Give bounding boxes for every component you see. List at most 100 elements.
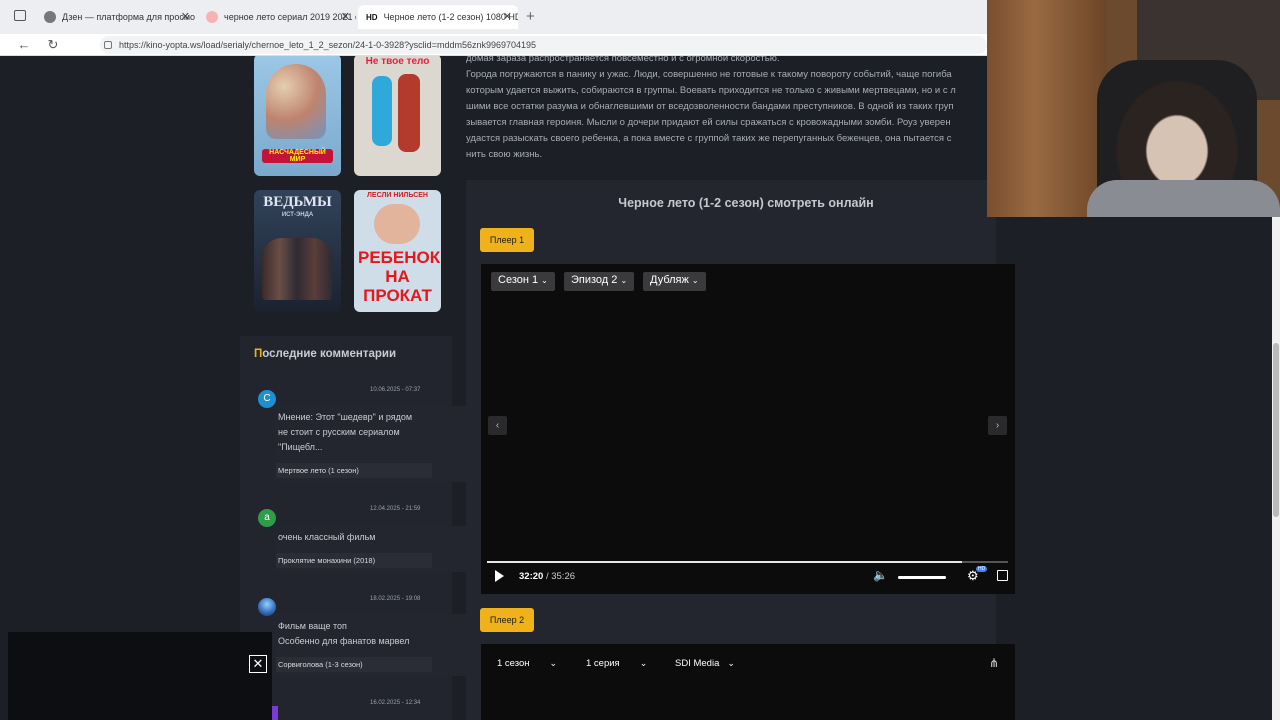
scrollbar-thumb[interactable] — [1273, 343, 1279, 517]
poster-art — [372, 76, 392, 146]
p2-season-dropdown[interactable]: 1 сезон ⌄ — [497, 658, 557, 669]
comment-date: 16.02.2025 - 12:34 — [370, 700, 421, 706]
webcam-overlay — [987, 0, 1280, 217]
progress-bar[interactable] — [487, 561, 1008, 563]
video-player-1[interactable]: Сезон 1 ⌄ Эпизод 2 ⌄ Дубляж ⌄ ‹ › 32:20 … — [481, 264, 1015, 594]
yandex-favicon-icon — [206, 11, 218, 23]
description-line: Города погружаются в панику и ужас. Люди… — [466, 69, 952, 80]
hd-badge: HD — [976, 566, 988, 572]
next-episode-button[interactable]: › — [988, 416, 1007, 435]
ad-overlay — [8, 632, 272, 720]
chevron-down-icon: ⌄ — [727, 658, 735, 668]
p2-episode-value: 1 серия — [586, 658, 620, 669]
prev-episode-button[interactable]: ‹ — [488, 416, 507, 435]
url-field[interactable]: https://kino-yopta.ws/load/serialy/chern… — [100, 36, 987, 54]
tab-current[interactable]: HD Черное лето (1-2 сезон) 1080 HD ✕ — [358, 5, 518, 29]
chevron-down-icon: ⌄ — [549, 658, 558, 668]
volume-slider[interactable] — [898, 576, 946, 579]
poster-art — [374, 204, 420, 244]
url-text: https://kino-yopta.ws/load/serialy/chern… — [119, 40, 537, 50]
video-player-2[interactable]: 1 сезон ⌄ 1 серия ⌄ SDI Media ⌄ ⋔ — [481, 644, 1015, 720]
comment-text-line: Мнение: Этот "шедевр" и рядом — [278, 412, 413, 422]
poster-subtitle: ИСТ-ЭНДА — [281, 212, 314, 218]
player-2-button[interactable]: Плеер 2 — [480, 608, 534, 632]
zen-favicon-icon — [44, 11, 56, 23]
comment-date: 18.02.2025 - 19:08 — [370, 596, 421, 602]
tab-actions-icon[interactable] — [14, 10, 26, 21]
comment-text-line: не стоит с русским сериалом — [278, 427, 400, 437]
time-current: 32:20 — [519, 571, 544, 582]
poster-title: НАСЧАДЕСНЫЙ МИР — [262, 149, 333, 163]
poster-title: Не твое тело — [365, 56, 430, 67]
p2-studio-value: SDI Media — [675, 658, 720, 669]
back-arrow-icon[interactable]: ← — [16, 37, 32, 53]
season-dropdown[interactable]: Сезон 1 ⌄ — [491, 272, 555, 291]
tab-search[interactable]: черное лето сериал 2019 2021 с ✕ — [198, 5, 356, 29]
poster-art — [266, 64, 326, 139]
volume-icon[interactable]: 🔈 — [873, 568, 888, 582]
poster-1[interactable]: НАСЧАДЕСНЫЙ МИР — [254, 56, 341, 176]
poster-title: ВЕДЬМЫ — [263, 194, 332, 210]
close-tab-icon[interactable]: ✕ — [181, 10, 190, 23]
poster-2[interactable]: Не твое тело — [354, 56, 441, 176]
chevron-down-icon: ⌄ — [541, 276, 548, 285]
time-display: 32:20 / 35:26 — [519, 571, 575, 582]
reload-icon[interactable]: ↻ — [45, 37, 61, 53]
tab-label: Черное лето (1-2 сезон) 1080 HD — [383, 12, 518, 22]
new-tab-button[interactable]: + — [526, 8, 535, 25]
comment-movie-link[interactable]: Проклятие монахини (2018) — [276, 553, 432, 568]
comment-date: 10.06.2025 - 07:37 — [370, 387, 421, 393]
comment-movie-link[interactable]: Сорвиголова (1-3 сезон) — [276, 657, 432, 672]
dub-value: Дубляж — [650, 274, 689, 286]
comment-date: 12.04.2025 - 21:59 — [370, 506, 421, 512]
close-ad-icon[interactable]: ✕ — [249, 655, 267, 673]
chevron-down-icon: ⌄ — [639, 658, 648, 668]
avatar[interactable]: а — [258, 509, 276, 527]
tab-zen[interactable]: Дзен — платформа для просмо ✕ — [36, 5, 196, 29]
description-line: шими все остатки разума и обнаглевшими о… — [466, 101, 954, 112]
p2-studio-dropdown[interactable]: SDI Media ⌄ — [675, 658, 735, 669]
volume-fill — [898, 576, 946, 579]
episode-dropdown[interactable]: Эпизод 2 ⌄ — [564, 272, 635, 291]
comment-movie-link[interactable]: Мертвое лето (1 сезон) — [276, 463, 432, 478]
heading-text: оследние комментарии — [262, 348, 397, 360]
poster-4[interactable]: ЛЕСЛИ НИЛЬСЕН РЕБЕНОК НА ПРОКАТ — [354, 190, 441, 312]
webcam-shirt — [1087, 180, 1280, 217]
poster-art — [398, 74, 420, 152]
poster-3[interactable]: ВЕДЬМЫ ИСТ-ЭНДА — [254, 190, 341, 312]
page-title: Черное лето (1-2 сезон) смотреть онлайн — [618, 196, 874, 210]
description-line: которым удается выжить, собираются в гру… — [466, 85, 956, 96]
progress-fill — [487, 561, 963, 563]
comment-text-line: Особенно для фанатов марвел — [278, 636, 410, 646]
play-icon[interactable] — [495, 570, 504, 582]
description-line: зывается главная героиня. Мысли о дочери… — [466, 117, 951, 128]
description-line: нить свою жизнь. — [466, 149, 543, 160]
poster-title: РЕБЕНОК НА ПРОКАТ — [358, 248, 441, 305]
chevron-down-icon: ⌄ — [620, 276, 628, 285]
share-icon[interactable]: ⋔ — [989, 656, 999, 670]
tab-label: черное лето сериал 2019 2021 с — [224, 12, 356, 22]
player-1-button[interactable]: Плеер 1 — [480, 228, 534, 252]
p2-season-value: 1 сезон — [497, 658, 530, 669]
webcam-wall — [987, 0, 1107, 217]
close-tab-icon[interactable]: ✕ — [503, 10, 512, 23]
site-settings-icon[interactable] — [104, 41, 112, 49]
chevron-down-icon: ⌄ — [691, 276, 699, 285]
comment-text-line: Фильм ваще топ — [278, 621, 347, 631]
episode-value: Эпизод 2 — [571, 274, 618, 286]
close-tab-icon[interactable]: ✕ — [341, 10, 350, 23]
poster-top-text: ЛЕСЛИ НИЛЬСЕН — [367, 192, 428, 199]
description-line: удастся разыскать своего ребенка, а пока… — [466, 133, 952, 144]
time-total: / 35:26 — [545, 571, 576, 582]
tab-label: Дзен — платформа для просмо — [62, 12, 196, 22]
description-line: домая зараза распространяется повсеместн… — [466, 56, 780, 64]
p2-episode-dropdown[interactable]: 1 серия ⌄ — [586, 658, 647, 669]
movie-description: домая зараза распространяется повсеместн… — [466, 56, 986, 163]
dub-dropdown[interactable]: Дубляж ⌄ — [643, 272, 706, 291]
comments-heading: Последние комментарии — [254, 348, 396, 360]
fullscreen-icon[interactable] — [997, 570, 1008, 581]
poster-art — [262, 238, 332, 300]
comment-text-line: "Пищебл... — [278, 442, 323, 452]
season-value: Сезон 1 — [498, 274, 539, 286]
page-scrollbar[interactable] — [1272, 217, 1280, 720]
